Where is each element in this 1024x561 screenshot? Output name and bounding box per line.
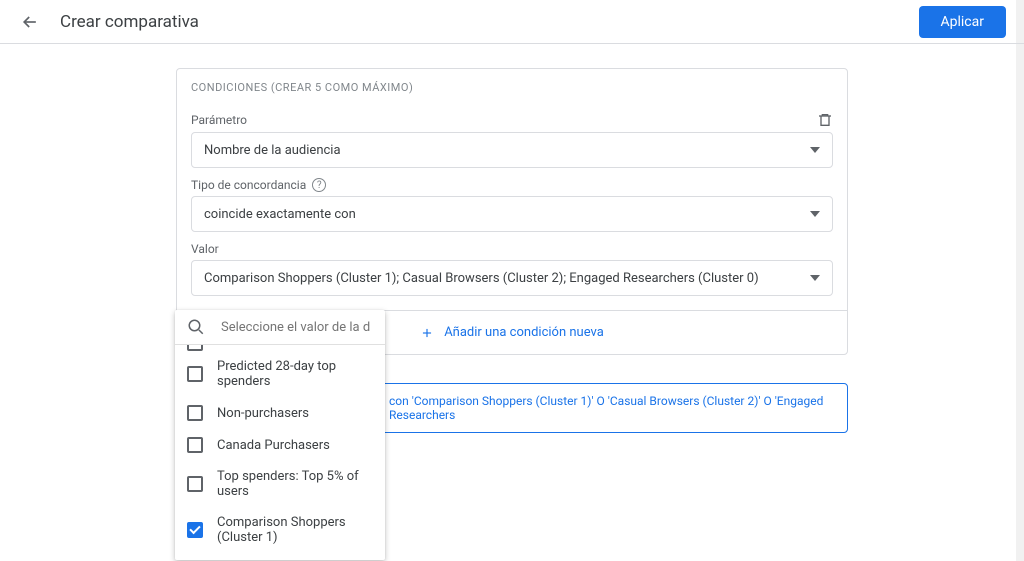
back-button[interactable]: [18, 10, 42, 34]
caret-down-icon: [810, 209, 820, 219]
popup-search-input[interactable]: [219, 319, 373, 336]
parameter-dropdown[interactable]: Nombre de la audiencia: [191, 132, 833, 168]
help-icon[interactable]: ?: [312, 178, 326, 192]
checkbox-unchecked[interactable]: [187, 345, 203, 351]
list-item-label: Non-purchasers: [217, 406, 309, 421]
popup-search-row: [175, 310, 385, 345]
list-item[interactable]: Predicted 28-day top spenders: [175, 351, 385, 397]
popup-list[interactable]: Predicted 28-day top spenders Non-purchas…: [175, 345, 385, 560]
app-scrollbar[interactable]: [1016, 0, 1024, 561]
caret-down-icon: [810, 273, 820, 283]
list-item[interactable]: Top spenders: Top 5% of users: [175, 461, 385, 507]
checkbox-unchecked[interactable]: [187, 476, 203, 492]
list-item-label: Predicted 28-day top spenders: [217, 359, 373, 389]
parameter-value: Nombre de la audiencia: [204, 143, 341, 158]
list-item-label: Canada Purchasers: [217, 438, 330, 453]
add-condition-label: Añadir una condición nueva: [444, 325, 604, 340]
list-item[interactable]: Comparison Shoppers (Cluster 1): [175, 507, 385, 553]
delete-condition-button[interactable]: [817, 112, 833, 128]
checkbox-checked[interactable]: [187, 522, 203, 538]
value-label: Valor: [191, 242, 219, 256]
panel-wrap: CONDICIONES (CREAR 5 COMO MÁXIMO) Paráme…: [0, 44, 1024, 433]
match-type-dropdown[interactable]: coincide exactamente con: [191, 196, 833, 232]
parameter-label: Parámetro: [191, 113, 247, 127]
summary-text: con 'Comparison Shoppers (Cluster 1)' O …: [389, 394, 835, 422]
value-dropdown-popup: Predicted 28-day top spenders Non-purchas…: [175, 310, 385, 560]
list-item-label: Top spenders: Top 5% of users: [217, 469, 373, 499]
arrow-left-icon: [20, 12, 40, 32]
checkbox-unchecked[interactable]: [187, 437, 203, 453]
checkbox-unchecked[interactable]: [187, 366, 203, 382]
list-item[interactable]: Casual Browsers (Cluster 2): [175, 553, 385, 560]
value-dropdown[interactable]: Comparison Shoppers (Cluster 1); Casual …: [191, 260, 833, 296]
page-title: Crear comparativa: [60, 12, 919, 32]
header-bar: Crear comparativa Aplicar: [0, 0, 1024, 44]
trash-icon: [817, 112, 833, 128]
apply-button[interactable]: Aplicar: [919, 6, 1007, 38]
caret-down-icon: [810, 145, 820, 155]
list-item[interactable]: Non-purchasers: [175, 397, 385, 429]
value-value: Comparison Shoppers (Cluster 1); Casual …: [204, 271, 759, 286]
list-item-label: Comparison Shoppers (Cluster 1): [217, 515, 373, 545]
match-type-label: Tipo de concordancia: [191, 178, 306, 192]
checkbox-unchecked[interactable]: [187, 405, 203, 421]
search-icon: [187, 318, 205, 336]
plus-icon: [420, 326, 434, 340]
list-item[interactable]: Canada Purchasers: [175, 429, 385, 461]
match-type-value: coincide exactamente con: [204, 207, 356, 222]
conditions-header: CONDICIONES (CREAR 5 COMO MÁXIMO): [177, 69, 847, 102]
